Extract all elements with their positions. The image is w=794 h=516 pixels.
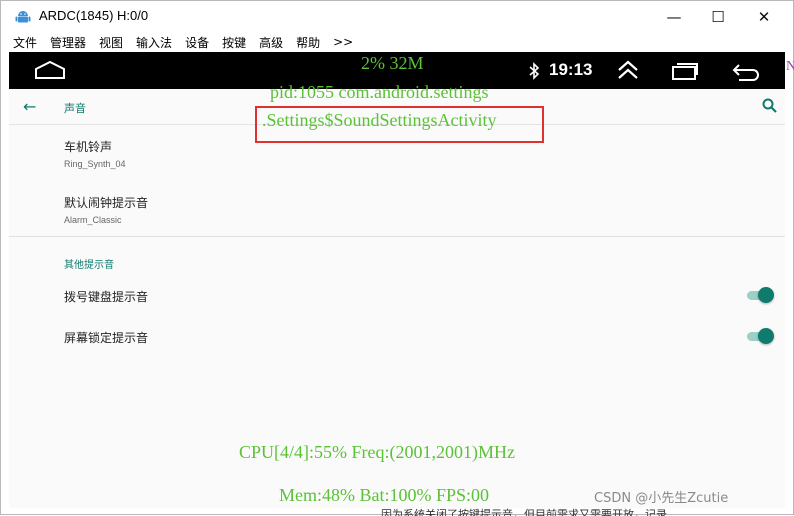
category-title: 其他提示音 [64, 260, 114, 271]
search-icon[interactable] [761, 97, 779, 115]
menu-more[interactable]: >> [333, 35, 353, 49]
overlay-cpu-line: CPU[4/4]:55% Freq:(2001,2001)MHz [239, 442, 515, 462]
back-arrow-icon[interactable]: ← [23, 97, 36, 116]
overlay-status-line: Mem:48% Bat:100% FPS:00 [279, 485, 490, 505]
divider [9, 236, 785, 237]
switch-label: 拨号键盘提示音 [64, 290, 149, 304]
csdn-watermark: CSDN @小先生Zcutie [594, 491, 729, 506]
lock-sound-toggle[interactable] [745, 328, 775, 344]
pref-alarm-sound[interactable]: 默认闹钟提示音 Alarm_Classic [64, 194, 148, 225]
toolbar-title: 声音 [64, 102, 86, 115]
title-bar[interactable]: ARDC(1845) H:0/0 — ☐ ✕ [1, 1, 793, 32]
menu-manager[interactable]: 管理器 [50, 34, 86, 51]
android-icon [15, 11, 31, 23]
pref-summary: Alarm_Classic [64, 215, 122, 225]
menu-advanced[interactable]: 高级 [259, 34, 283, 51]
pref-summary: Ring_Synth_04 [64, 159, 126, 169]
pref-title: 车机铃声 [64, 140, 113, 154]
close-button[interactable]: ✕ [741, 1, 787, 32]
android-screen[interactable]: 19:13 ← 声音 车机铃声 Ring_Synth_04 默认闹钟提示音 Al… [9, 52, 785, 508]
window-title: ARDC(1845) H:0/0 [39, 8, 149, 23]
menu-input-method[interactable]: 输入法 [136, 34, 172, 51]
switch-lock-sound[interactable]: 屏幕锁定提示音 [64, 329, 148, 346]
menu-view[interactable]: 视图 [99, 34, 123, 51]
overlay-mem-cpu: 2% 32M [361, 53, 424, 73]
dialpad-tone-toggle[interactable] [745, 287, 775, 303]
emulator-window: ARDC(1845) H:0/0 — ☐ ✕ 文件 管理器 视图 输入法 设备 … [0, 0, 794, 516]
menu-bar: 文件 管理器 视图 输入法 设备 按键 高级 帮助 >> [1, 32, 793, 52]
edge-overlay-char: N [786, 59, 794, 74]
highlight-box [255, 106, 544, 143]
menu-keys[interactable]: 按键 [222, 34, 246, 51]
bluetooth-icon [529, 62, 540, 80]
home-icon[interactable] [33, 60, 67, 80]
maximize-button[interactable]: ☐ [695, 1, 741, 32]
pref-car-ringtone[interactable]: 车机铃声 Ring_Synth_04 [64, 138, 126, 169]
menu-device[interactable]: 设备 [185, 34, 209, 51]
collapse-up-icon[interactable] [616, 59, 640, 81]
minimize-button[interactable]: — [651, 1, 697, 32]
menu-help[interactable]: 帮助 [296, 34, 320, 51]
overlay-pid-line: pid:1055 com.android.settings [270, 82, 489, 102]
switch-dialpad-tone[interactable]: 拨号键盘提示音 [64, 288, 148, 305]
back-nav-icon[interactable] [731, 61, 761, 81]
pref-title: 默认闹钟提示音 [64, 196, 149, 210]
switch-label: 屏幕锁定提示音 [64, 331, 149, 345]
status-clock: 19:13 [549, 60, 593, 79]
menu-file[interactable]: 文件 [13, 34, 37, 51]
recent-apps-icon[interactable] [671, 61, 699, 81]
